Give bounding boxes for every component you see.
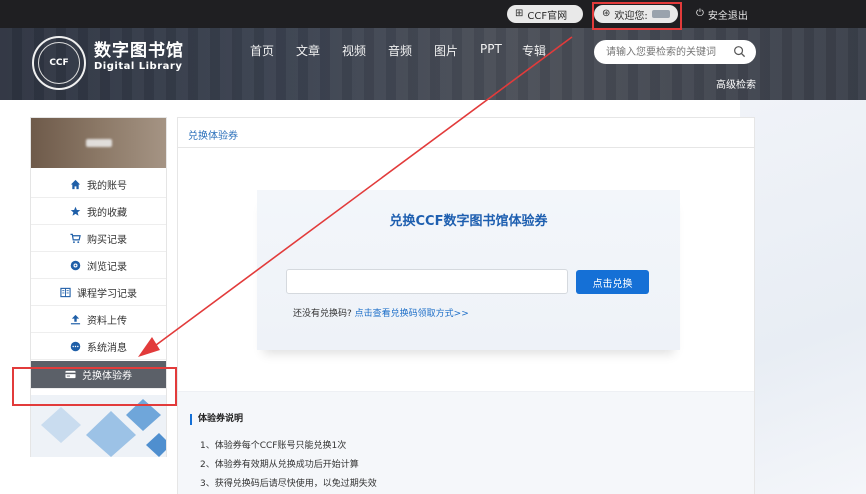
panel-tab-bar: 兑换体验券 (178, 118, 754, 148)
sidebar-item-upload[interactable]: 资料上传 (31, 307, 166, 333)
advanced-search-link[interactable]: 高级检索 (716, 76, 756, 91)
nav-home[interactable]: 首页 (250, 42, 296, 59)
home-icon (70, 179, 81, 190)
nav-albums[interactable]: 专辑 (522, 42, 562, 59)
sidebar-item-label: 兑换体验券 (82, 371, 132, 382)
sidebar-item-label: 资料上传 (87, 316, 127, 327)
top-utility-bar: ⊞ CCF官网 ⊛ 欢迎您: ⏻ 安全退出 (0, 0, 866, 28)
sidebar-item-redeem-voucher[interactable]: 兑换体验券 (31, 361, 166, 389)
logout-link[interactable]: ⏻ 安全退出 (688, 5, 768, 23)
sidebar-item-history[interactable]: 浏览记录 (31, 253, 166, 279)
sidebar-item-label: 系统消息 (87, 343, 127, 354)
logo-title-cn: 数字图书馆 (94, 41, 184, 61)
card-icon (65, 370, 76, 379)
sidebar-decoration (31, 395, 166, 457)
sidebar-item-label: 我的账号 (87, 181, 127, 192)
logo-title-en: Digital Library (94, 61, 183, 72)
cart-icon (70, 233, 81, 244)
search-icon[interactable] (733, 45, 746, 58)
ccf-site-link[interactable]: ⊞ CCF官网 (507, 5, 583, 23)
sidebar-item-messages[interactable]: 系统消息 (31, 334, 166, 360)
sidebar-item-purchases[interactable]: 购买记录 (31, 226, 166, 252)
sidebar-item-account[interactable]: 我的账号 (31, 172, 166, 198)
get-code-link[interactable]: 点击查看兑换码领取方式>> (355, 309, 469, 319)
user-sidebar: 我的账号 我的收藏 购买记录 浏览记录 课程学习记录 资料上传 系统消息 兑换体… (30, 117, 167, 457)
note-item: 2、体验券有效期从兑换成功后开始计算 (200, 460, 359, 470)
background-decoration (740, 100, 866, 494)
sidebar-item-label: 浏览记录 (87, 262, 127, 273)
site-header: CCF 数字图书馆 Digital Library 首页 文章 视频 音频 图片… (0, 28, 866, 100)
notes-title: 体验券说明 (190, 414, 243, 425)
star-icon (70, 206, 81, 216)
redeem-panel: 兑换体验券 兑换CCF数字图书馆体验券 点击兑换 还没有兑换码? 点击查看兑换码… (177, 117, 755, 494)
logout-label: 安全退出 (707, 10, 748, 22)
search-input[interactable] (606, 43, 728, 61)
redeem-button[interactable]: 点击兑换 (576, 270, 649, 294)
message-icon (70, 341, 81, 352)
nav-audio[interactable]: 音频 (388, 42, 434, 59)
welcome-user[interactable]: ⊛ 欢迎您: (594, 5, 678, 23)
nav-images[interactable]: 图片 (434, 42, 480, 59)
grid-icon: ⊞ (515, 8, 524, 19)
logo-text[interactable]: 数字图书馆 Digital Library (94, 42, 184, 73)
ccf-logo[interactable]: CCF (32, 36, 86, 90)
sidebar-item-label: 我的收藏 (87, 208, 127, 219)
sidebar-item-label: 购买记录 (87, 235, 127, 246)
nav-articles[interactable]: 文章 (296, 42, 342, 59)
user-icon: ⊛ (602, 8, 611, 19)
search-box (594, 40, 756, 64)
card-title: 兑换CCF数字图书馆体验券 (389, 214, 548, 229)
note-item: 1、体验券每个CCF账号只能兑换1次 (200, 441, 347, 451)
redeem-code-input[interactable] (286, 269, 568, 294)
avatar-banner (31, 118, 166, 168)
book-icon (60, 287, 71, 298)
eye-icon (70, 260, 81, 271)
sidebar-item-label: 课程学习记录 (77, 289, 137, 300)
nav-videos[interactable]: 视频 (342, 42, 388, 59)
redeem-card: 兑换CCF数字图书馆体验券 点击兑换 还没有兑换码? 点击查看兑换码领取方式>> (257, 190, 680, 350)
note-item: 3、获得兑换码后请尽快使用，以免过期失效 (200, 479, 377, 489)
sidebar-item-favorites[interactable]: 我的收藏 (31, 199, 166, 225)
upload-icon (70, 314, 81, 325)
welcome-label: 欢迎您: (614, 10, 648, 22)
masked-avatar-name (85, 139, 112, 147)
sidebar-item-course-records[interactable]: 课程学习记录 (31, 280, 166, 306)
main-nav: 首页 文章 视频 音频 图片 PPT 专辑 (250, 42, 562, 59)
redeem-hint: 还没有兑换码? 点击查看兑换码领取方式>> (293, 306, 469, 319)
nav-ppt[interactable]: PPT (480, 42, 522, 59)
tab-redeem-voucher[interactable]: 兑换体验券 (188, 127, 238, 142)
voucher-notes: 体验券说明 1、体验券每个CCF账号只能兑换1次 2、体验券有效期从兑换成功后开… (178, 391, 754, 494)
logo-badge: CCF (38, 42, 80, 84)
power-icon: ⏻ (696, 8, 704, 19)
masked-username (651, 10, 670, 18)
hint-text: 还没有兑换码? (293, 309, 352, 319)
ccf-site-label: CCF官网 (527, 10, 568, 22)
